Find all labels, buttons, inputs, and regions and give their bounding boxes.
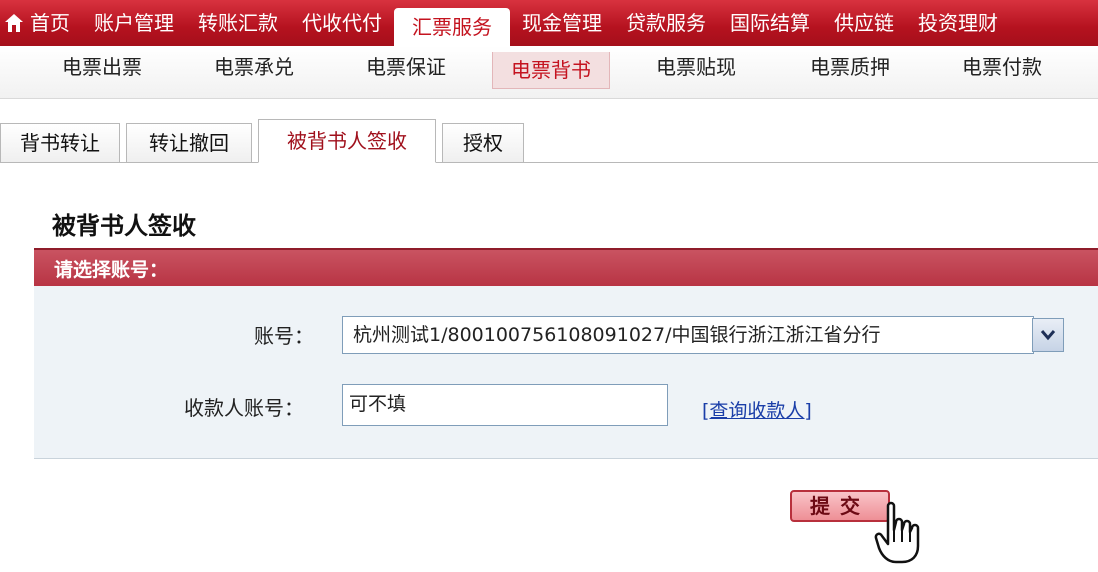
tab-endorsee-sign[interactable]: 被背书人签收 [258, 119, 436, 163]
sub-nav: 电票出票 电票承兑 电票保证 电票背书 电票贴现 电票质押 电票付款 [0, 46, 1098, 99]
subnav-pay[interactable]: 电票付款 [962, 46, 1042, 88]
nav-item-bill-service[interactable]: 汇票服务 [394, 8, 510, 46]
home-icon[interactable] [4, 12, 24, 34]
subnav-pledge[interactable]: 电票质押 [810, 46, 890, 88]
account-label: 账号： [254, 324, 314, 348]
chevron-down-icon [1040, 330, 1056, 341]
hand-cursor-icon [874, 500, 922, 566]
nav-item-transfer[interactable]: 转账汇款 [186, 0, 290, 46]
tab-endorse-transfer[interactable]: 背书转让 [0, 123, 120, 163]
nav-item-intl[interactable]: 国际结算 [718, 0, 822, 46]
tab-bar: 背书转让 转让撤回 被背书人签收 授权 [0, 119, 1098, 163]
nav-item-accounts[interactable]: 账户管理 [82, 0, 186, 46]
nav-item-collection[interactable]: 代收代付 [290, 0, 394, 46]
tab-authorize[interactable]: 授权 [442, 123, 524, 163]
page-title: 被背书人签收 [52, 212, 196, 240]
nav-item-cash[interactable]: 现金管理 [510, 0, 614, 46]
tab-transfer-revoke[interactable]: 转让撤回 [126, 123, 252, 163]
payee-account-input[interactable]: 可不填 [342, 384, 668, 426]
account-select[interactable]: 杭州测试1/800100756108091027/中国银行浙江浙江省分行 [342, 316, 1034, 354]
section-header-label: 请选择账号： [54, 259, 169, 281]
section-header: 请选择账号： [34, 248, 1098, 286]
subnav-discount[interactable]: 电票贴现 [656, 46, 736, 88]
nav-item-invest[interactable]: 投资理财 [906, 0, 1010, 46]
dropdown-arrow[interactable] [1032, 318, 1064, 352]
query-payee-link[interactable]: [查询收款人] [702, 396, 812, 423]
subnav-issue[interactable]: 电票出票 [62, 46, 142, 88]
subnav-guarantee[interactable]: 电票保证 [366, 46, 446, 88]
top-nav: 首页 账户管理 转账汇款 代收代付 汇票服务 现金管理 贷款服务 国际结算 供应… [0, 0, 1098, 46]
account-form: 账号： 杭州测试1/800100756108091027/中国银行浙江浙江省分行… [34, 286, 1098, 459]
nav-item-loan[interactable]: 贷款服务 [614, 0, 718, 46]
payee-label: 收款人账号： [184, 396, 304, 420]
subnav-accept[interactable]: 电票承兑 [214, 46, 294, 88]
subnav-endorse[interactable]: 电票背书 [492, 52, 610, 89]
nav-item-supply-chain[interactable]: 供应链 [822, 0, 906, 46]
nav-item-home[interactable]: 首页 [28, 0, 82, 46]
